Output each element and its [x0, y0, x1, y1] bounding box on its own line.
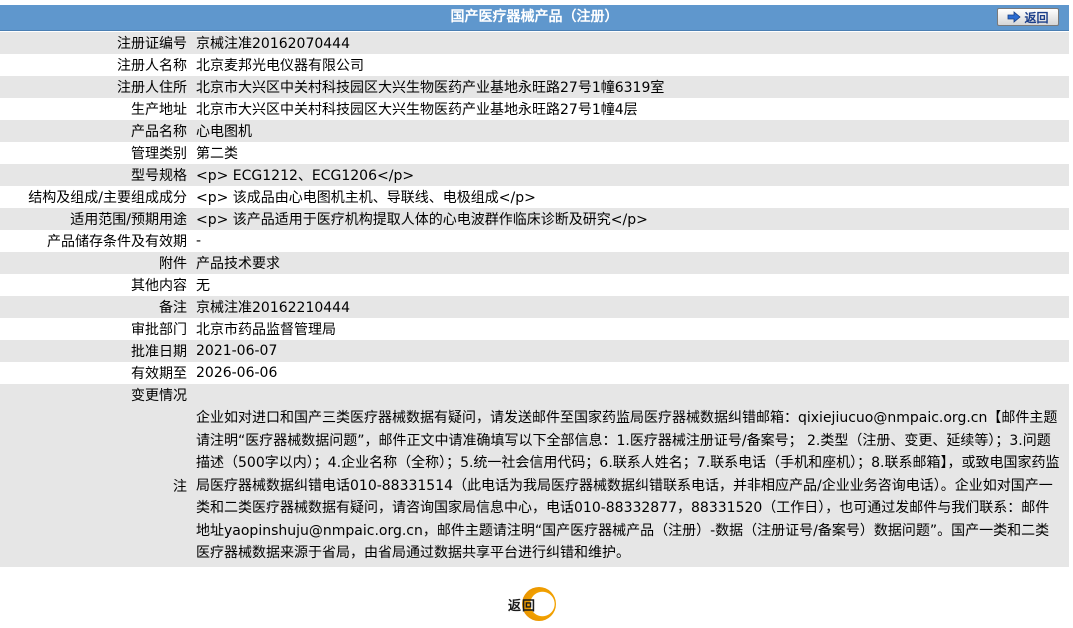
table-row: 注册人住所 北京市大兴区中关村科技园区大兴生物医药产业基地永旺路27号1幢6319…	[0, 76, 1069, 98]
table-row: 注册人名称 北京麦邦光电仪器有限公司	[0, 54, 1069, 76]
field-label: 附件	[0, 252, 191, 274]
field-label: 注册人名称	[0, 54, 191, 76]
field-value: 京械注准20162070444	[191, 32, 1069, 54]
product-detail-table: 注册证编号 京械注准20162070444 注册人名称 北京麦邦光电仪器有限公司 注册人…	[0, 32, 1069, 567]
field-value: 2026-06-06	[191, 362, 1069, 384]
bottom-back-label: 返回	[508, 599, 537, 614]
field-label: 其他内容	[0, 274, 191, 296]
note-row: 注企业如对进口和国产三类医疗器械数据有疑问，请发送邮件至国家药监局医疗器械数据纠…	[0, 406, 1069, 567]
back-button-label: 返回	[1024, 10, 1049, 25]
table-row: 注册证编号 京械注准20162070444	[0, 32, 1069, 54]
change-row: 变更情况	[0, 384, 1069, 406]
bottom-back-button[interactable]: 返回	[508, 587, 562, 621]
table-row: 有效期至 2026-06-06	[0, 362, 1069, 384]
field-value: <p> 该产品适用于医疗机构提取人体的心电波群作临床诊断及研究</p>	[191, 208, 1069, 230]
field-label: 结构及组成/主要组成成分	[0, 186, 191, 208]
field-value: 北京麦邦光电仪器有限公司	[191, 54, 1069, 76]
change-label: 变更情况	[0, 384, 191, 406]
field-value: 无	[191, 274, 1069, 296]
table-row: 结构及组成/主要组成成分 <p> 该成品由心电图机主机、导联线、电极组成</p>	[0, 186, 1069, 208]
table-row: 备注 京械注准20162210444	[0, 296, 1069, 318]
field-value: -	[191, 230, 1069, 252]
table-row: 附件 产品技术要求	[0, 252, 1069, 274]
table-row: 产品名称 心电图机	[0, 120, 1069, 142]
table-row: 管理类别 第二类	[0, 142, 1069, 164]
table-row: 型号规格 <p> ECG1212、ECG1206</p>	[0, 164, 1069, 186]
field-label: 适用范围/预期用途	[0, 208, 191, 230]
field-label: 生产地址	[0, 98, 191, 120]
page-title: 国产医疗器械产品（注册）	[450, 9, 619, 25]
field-label: 产品名称	[0, 120, 191, 142]
page-header: 国产医疗器械产品（注册） 返回	[0, 5, 1069, 31]
field-value: 第二类	[191, 142, 1069, 164]
table-row: 适用范围/预期用途 <p> 该产品适用于医疗机构提取人体的心电波群作临床诊断及研究…	[0, 208, 1069, 230]
field-label: 有效期至	[0, 362, 191, 384]
table-row: 审批部门 北京市药品监督管理局	[0, 318, 1069, 340]
table-row: 其他内容无	[0, 274, 1069, 296]
change-value	[191, 384, 1069, 406]
field-label: 注册人住所	[0, 76, 191, 98]
note-label: 注	[0, 406, 191, 567]
field-value: 2021-06-07	[191, 340, 1069, 362]
table-row: 批准日期 2021-06-07	[0, 340, 1069, 362]
field-label: 注册证编号	[0, 32, 191, 54]
field-label: 型号规格	[0, 164, 191, 186]
field-label: 审批部门	[0, 318, 191, 340]
field-value: <p> 该成品由心电图机主机、导联线、电极组成</p>	[191, 186, 1069, 208]
field-value: 北京市大兴区中关村科技园区大兴生物医药产业基地永旺路27号1幢4层	[191, 98, 1069, 120]
field-label: 管理类别	[0, 142, 191, 164]
field-label: 备注	[0, 296, 191, 318]
note-text: 企业如对进口和国产三类医疗器械数据有疑问，请发送邮件至国家药监局医疗器械数据纠错…	[191, 406, 1069, 567]
field-value: 北京市大兴区中关村科技园区大兴生物医药产业基地永旺路27号1幢6319室	[191, 76, 1069, 98]
field-value: 心电图机	[191, 120, 1069, 142]
field-value: <p> ECG1212、ECG1206</p>	[191, 164, 1069, 186]
field-label: 产品储存条件及有效期	[0, 230, 191, 252]
field-label: 批准日期	[0, 340, 191, 362]
arrow-right-icon	[1007, 11, 1022, 23]
field-value: 京械注准20162210444	[191, 296, 1069, 318]
table-row: 产品储存条件及有效期 -	[0, 230, 1069, 252]
back-button[interactable]: 返回	[997, 8, 1059, 26]
table-row: 生产地址 北京市大兴区中关村科技园区大兴生物医药产业基地永旺路27号1幢4层	[0, 98, 1069, 120]
field-value: 产品技术要求	[191, 252, 1069, 274]
field-value: 北京市药品监督管理局	[191, 318, 1069, 340]
